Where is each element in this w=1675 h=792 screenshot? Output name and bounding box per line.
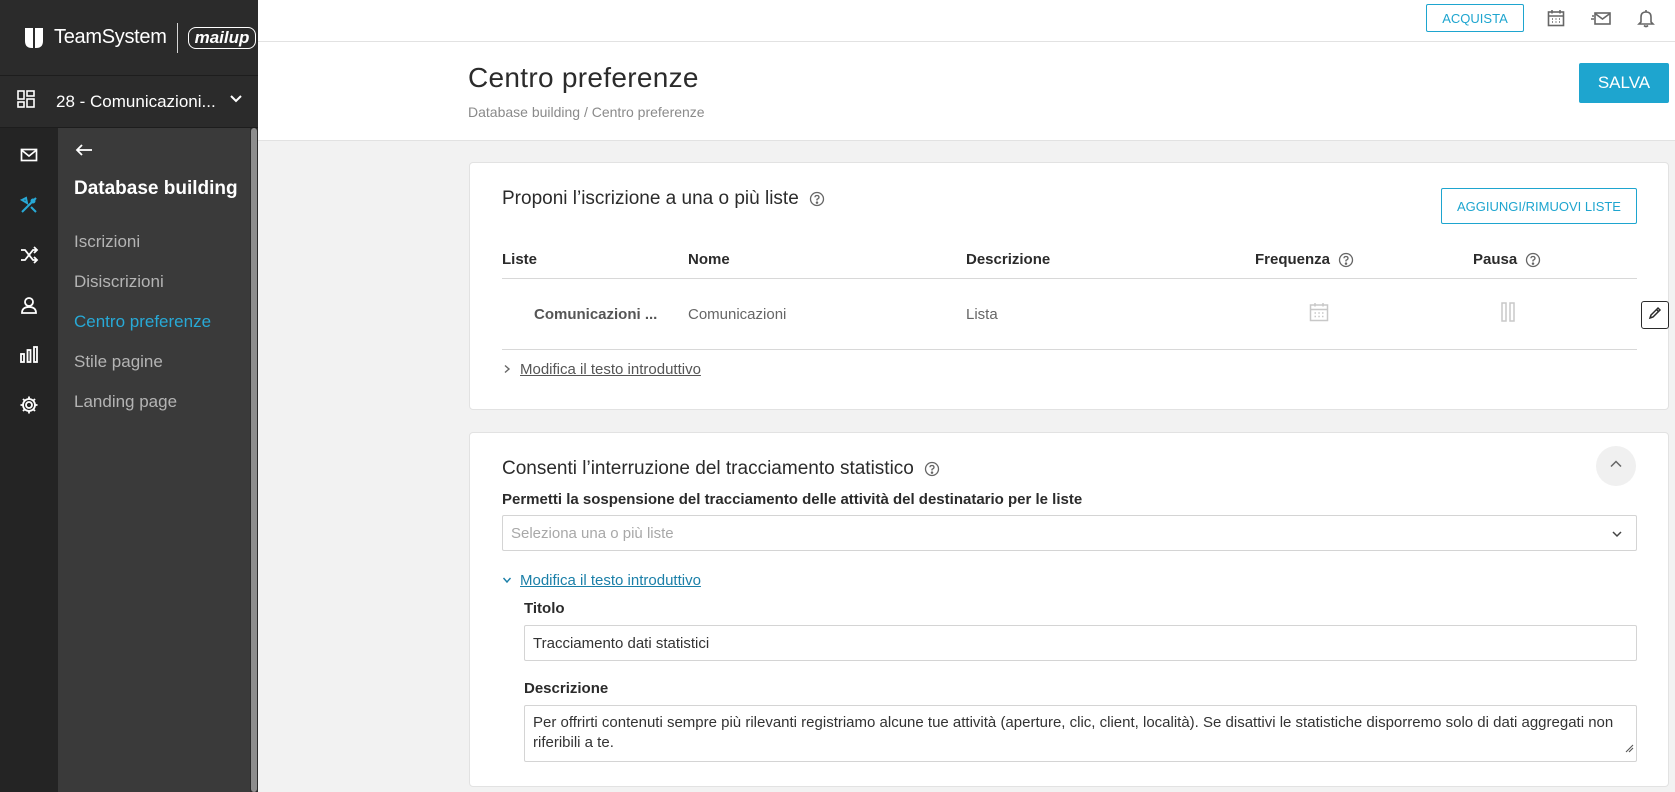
mailup-logo: mailup xyxy=(187,26,257,49)
tools-icon xyxy=(18,194,40,221)
title-input[interactable]: Tracciamento dati statistici xyxy=(524,625,1637,661)
lists-table-header: Liste Nome Descrizione Frequenza Pausa xyxy=(502,241,1637,279)
rail-item-automation[interactable] xyxy=(0,232,58,282)
row-list-name: Comunicazioni ... xyxy=(534,306,658,323)
scrollbar-thumb[interactable] xyxy=(251,128,257,792)
buy-button[interactable]: ACQUISTA xyxy=(1426,4,1524,32)
email-icon xyxy=(19,145,39,170)
help-icon[interactable] xyxy=(1525,252,1541,268)
collapse-button[interactable] xyxy=(1596,446,1636,486)
title-input-value: Tracciamento dati statistici xyxy=(533,634,710,652)
chevron-down-icon xyxy=(1610,527,1624,545)
lists-card: Proponi l’iscrizione a una o più liste A… xyxy=(469,162,1669,410)
row-description: Lista xyxy=(966,306,998,323)
sub-navigation: Database building Iscrizioni Disiscrizio… xyxy=(58,128,251,792)
column-header-liste: Liste xyxy=(502,251,538,268)
resize-handle-icon[interactable] xyxy=(1624,739,1634,759)
dashboard-icon xyxy=(16,89,36,114)
chevron-up-icon xyxy=(1608,456,1624,477)
sidebar-scrollbar[interactable] xyxy=(250,128,258,792)
select-lists-label: Permetti la sospensione del tracciamento… xyxy=(502,491,1083,508)
sidebar: TeamSystem mailup 28 - Comunicazioni... xyxy=(0,0,258,792)
chevron-right-icon xyxy=(502,361,512,378)
select-placeholder: Seleziona una o più liste xyxy=(511,524,674,542)
arrow-left-icon xyxy=(74,142,94,163)
description-textarea[interactable]: Per offrirti contenuti sempre più rileva… xyxy=(524,705,1637,762)
lists-intro-link[interactable]: Modifica il testo introduttivo xyxy=(520,361,701,378)
breadcrumb[interactable]: Database building / Centro preferenze xyxy=(468,104,705,120)
brand-divider xyxy=(176,22,178,53)
lists-intro-expander[interactable]: Modifica il testo introduttivo xyxy=(502,361,701,378)
save-button[interactable]: SALVA xyxy=(1579,63,1669,103)
subnav-item-centro-preferenze[interactable]: Centro preferenze xyxy=(58,302,251,342)
subnav-item-stile-pagine[interactable]: Stile pagine xyxy=(58,342,251,382)
tracking-card: Consenti l’interruzione del tracciamento… xyxy=(469,432,1669,787)
edit-row-button[interactable] xyxy=(1641,301,1669,329)
subnav-item-landing-page[interactable]: Landing page xyxy=(58,382,251,422)
bell-icon[interactable] xyxy=(1635,7,1657,29)
rail-item-contacts[interactable] xyxy=(0,282,58,332)
add-remove-lists-button[interactable]: AGGIUNGI/RIMUOVI LISTE xyxy=(1441,188,1637,224)
rail-item-email[interactable] xyxy=(0,132,58,182)
rail-item-tools[interactable] xyxy=(0,182,58,232)
chevron-down-icon xyxy=(502,572,512,589)
back-button[interactable] xyxy=(58,128,251,174)
page-title: Centro preferenze xyxy=(468,62,699,93)
rail-item-reports[interactable] xyxy=(0,332,58,382)
column-header-pausa: Pausa xyxy=(1473,251,1541,268)
account-name: 28 - Comunicazioni... xyxy=(56,91,216,111)
help-icon[interactable] xyxy=(809,191,825,207)
pencil-icon xyxy=(1648,306,1662,324)
bar-chart-icon xyxy=(19,345,39,370)
help-icon[interactable] xyxy=(924,461,940,477)
pause-icon[interactable] xyxy=(1499,301,1517,327)
tracking-card-title-text: Consenti l’interruzione del tracciamento… xyxy=(502,458,914,479)
teamsystem-logo-icon xyxy=(20,24,48,52)
column-header-descrizione: Descrizione xyxy=(966,251,1051,268)
user-icon xyxy=(19,295,39,320)
tracking-intro-expander[interactable]: Modifica il testo introduttivo xyxy=(502,572,701,589)
help-icon[interactable] xyxy=(1338,252,1354,268)
description-field-label: Descrizione xyxy=(524,680,609,697)
calendar-icon[interactable] xyxy=(1545,7,1567,29)
lists-card-title-text: Proponi l’iscrizione a una o più liste xyxy=(502,188,799,209)
lists-multiselect[interactable]: Seleziona una o più liste xyxy=(502,515,1637,551)
subnav-title: Database building xyxy=(74,178,238,199)
column-header-pausa-label: Pausa xyxy=(1473,251,1518,268)
column-header-frequenza-label: Frequenza xyxy=(1255,251,1331,268)
main-rail xyxy=(0,128,58,792)
shuffle-icon xyxy=(19,245,39,270)
rail-item-settings[interactable] xyxy=(0,382,58,432)
mail-send-icon[interactable] xyxy=(1591,7,1613,29)
page-header: Centro preferenze Database building / Ce… xyxy=(258,42,1675,141)
table-row: Comunicazioni ... Comunicazioni Lista xyxy=(502,280,1669,350)
column-header-frequenza: Frequenza xyxy=(1255,251,1354,268)
description-textarea-value: Per offrirti contenuti sempre più rileva… xyxy=(533,714,1614,751)
brand-name: TeamSystem xyxy=(54,26,167,48)
subnav-item-iscrizioni[interactable]: Iscrizioni xyxy=(58,222,251,262)
row-name: Comunicazioni xyxy=(688,306,787,323)
title-field-label: Titolo xyxy=(524,600,565,617)
tracking-card-title: Consenti l’interruzione del tracciamento… xyxy=(502,458,940,480)
subnav-item-disiscrizioni[interactable]: Disiscrizioni xyxy=(58,262,251,302)
gear-icon xyxy=(19,395,39,420)
chevron-down-icon xyxy=(228,91,244,112)
lists-card-title: Proponi l’iscrizione a una o più liste xyxy=(502,188,825,210)
account-switcher[interactable]: 28 - Comunicazioni... xyxy=(0,76,258,128)
column-header-nome: Nome xyxy=(688,251,730,268)
frequency-calendar-icon[interactable] xyxy=(1308,301,1330,327)
tracking-intro-link[interactable]: Modifica il testo introduttivo xyxy=(520,572,701,589)
top-bar: ACQUISTA xyxy=(258,0,1675,42)
brand-logo[interactable]: TeamSystem mailup xyxy=(0,0,258,76)
